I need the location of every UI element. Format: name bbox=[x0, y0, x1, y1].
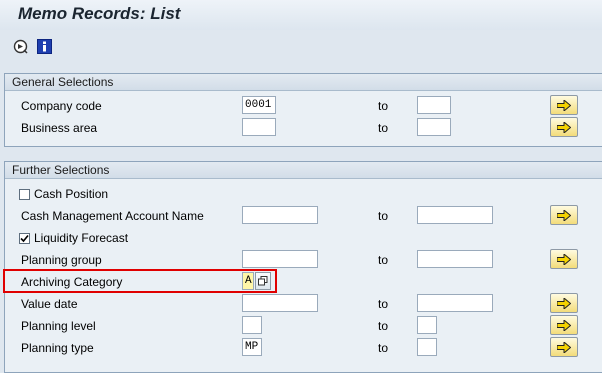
to-label: to bbox=[378, 99, 389, 113]
info-icon[interactable] bbox=[37, 39, 52, 54]
value-date-multiple-selection-button[interactable] bbox=[550, 293, 578, 313]
cash-position-label: Cash Position bbox=[34, 187, 109, 201]
cash-position-checkbox[interactable] bbox=[19, 189, 30, 200]
planning-type-from-input[interactable]: MP bbox=[242, 338, 262, 356]
page-title: Memo Records: List bbox=[18, 4, 181, 23]
company-code-label: Company code bbox=[21, 99, 102, 113]
liquidity-forecast-label: Liquidity Forecast bbox=[34, 231, 129, 245]
planning-level-from-input[interactable] bbox=[242, 316, 262, 334]
value-date-from-input[interactable] bbox=[242, 294, 318, 312]
to-label: to bbox=[378, 341, 389, 355]
arrow-right-icon bbox=[557, 210, 571, 221]
planning-group-multiple-selection-button[interactable] bbox=[550, 249, 578, 269]
liquidity-forecast-checkbox[interactable] bbox=[19, 233, 30, 244]
business-area-to-input[interactable] bbox=[417, 118, 451, 136]
arrow-right-icon bbox=[557, 342, 571, 353]
cash-mgmt-account-to-input[interactable] bbox=[417, 206, 493, 224]
planning-level-label: Planning level bbox=[21, 319, 96, 333]
highlight-box bbox=[3, 269, 277, 293]
arrow-right-icon bbox=[557, 320, 571, 331]
company-code-to-input[interactable] bbox=[417, 96, 451, 114]
to-label: to bbox=[378, 297, 389, 311]
arrow-right-icon bbox=[557, 122, 571, 133]
planning-level-to-input[interactable] bbox=[417, 316, 437, 334]
business-area-label: Business area bbox=[21, 121, 98, 135]
arrow-right-icon bbox=[557, 254, 571, 265]
planning-level-multiple-selection-button[interactable] bbox=[550, 315, 578, 335]
company-code-multiple-selection-button[interactable] bbox=[550, 95, 578, 115]
application-toolbar bbox=[0, 32, 602, 62]
arrow-right-icon bbox=[557, 298, 571, 309]
planning-type-to-input[interactable] bbox=[417, 338, 437, 356]
further-selections-header: Further Selections bbox=[5, 162, 602, 179]
planning-type-multiple-selection-button[interactable] bbox=[550, 337, 578, 357]
business-area-from-input[interactable] bbox=[242, 118, 276, 136]
title-bar: Memo Records: List bbox=[0, 0, 602, 30]
arrow-right-icon bbox=[557, 100, 571, 111]
planning-group-from-input[interactable] bbox=[242, 250, 318, 268]
execute-icon[interactable] bbox=[13, 39, 28, 54]
to-label: to bbox=[378, 253, 389, 267]
value-date-to-input[interactable] bbox=[417, 294, 493, 312]
checkmark-icon bbox=[20, 234, 29, 243]
general-selections-header: General Selections bbox=[5, 74, 602, 91]
company-code-from-input[interactable]: 0001 bbox=[242, 96, 276, 114]
planning-group-label: Planning group bbox=[21, 253, 102, 267]
cash-mgmt-account-from-input[interactable] bbox=[242, 206, 318, 224]
business-area-multiple-selection-button[interactable] bbox=[550, 117, 578, 137]
planning-type-label: Planning type bbox=[21, 341, 94, 355]
cash-mgmt-account-label: Cash Management Account Name bbox=[21, 209, 204, 223]
to-label: to bbox=[378, 121, 389, 135]
cash-mgmt-account-multiple-selection-button[interactable] bbox=[550, 205, 578, 225]
planning-group-to-input[interactable] bbox=[417, 250, 493, 268]
to-label: to bbox=[378, 319, 389, 333]
value-date-label: Value date bbox=[21, 297, 78, 311]
to-label: to bbox=[378, 209, 389, 223]
